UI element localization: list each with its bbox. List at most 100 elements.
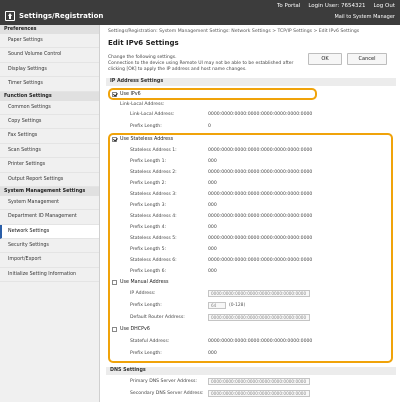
- sidebar-item-initialize-setting-information[interactable]: Initialize Setting Information: [0, 268, 99, 283]
- link-local-address-value: 0000:0000:0000:0000:0000:0000:0000:0000: [208, 112, 313, 117]
- link-local-prefix-row: Prefix Length: 0: [100, 122, 400, 131]
- stateless-value: 000: [208, 225, 217, 230]
- use-stateless-checkbox[interactable]: [112, 137, 117, 142]
- stateless-value: 000: [208, 247, 217, 252]
- stateless-row: Stateless Address 5: 0000:0000:0000:0000…: [100, 234, 400, 243]
- dns-secondary-input[interactable]: 0000:0000:0000:0000:0000:0000:0000:0000: [208, 390, 310, 397]
- stateless-value: 0000:0000:0000:0000:0000:0000:0000:0000: [208, 236, 313, 241]
- to-portal-link[interactable]: To Portal: [277, 3, 300, 9]
- manual-ip-label: IP Address:: [130, 291, 156, 296]
- dhcp-value: 000: [208, 351, 217, 356]
- sidebar-item-system-management[interactable]: System Management: [0, 196, 99, 211]
- stateless-label: Stateless Address 1:: [130, 148, 177, 153]
- stateless-row: Prefix Length 3: 000: [100, 201, 400, 210]
- sidebar-item-printer-settings[interactable]: Printer Settings: [0, 158, 99, 173]
- use-manual-checkbox[interactable]: [112, 280, 117, 285]
- stateless-row: Prefix Length 1: 000: [100, 157, 400, 166]
- use-dhcpv6-checkbox-row[interactable]: Use DHCPv6: [112, 325, 150, 334]
- link-local-prefix-label: Prefix Length:: [130, 124, 162, 129]
- stateless-value: 000: [208, 159, 217, 164]
- top-links: To Portal Login User: 7654321 Log Out: [277, 3, 395, 9]
- stateless-row: Prefix Length 5: 000: [100, 245, 400, 254]
- stateless-value: 0000:0000:0000:0000:0000:0000:0000:0000: [208, 214, 313, 219]
- sidebar-item-fax-settings[interactable]: Fax Settings: [0, 129, 99, 144]
- section-dns-settings: DNS Settings: [106, 367, 396, 375]
- dhcp-row: Stateful Address: 0000:0000:0000:0000:00…: [100, 337, 400, 346]
- stateless-label: Stateless Address 4:: [130, 214, 177, 219]
- stateless-value: 000: [208, 269, 217, 274]
- dhcp-row: Prefix Length: 000: [100, 349, 400, 358]
- sidebar-item-output-report-settings[interactable]: Output Report Settings: [0, 173, 99, 187]
- manual-router-input[interactable]: 0000:0000:0000:0000:0000:0000:0000:0000: [208, 314, 310, 321]
- use-manual-checkbox-row[interactable]: Use Manual Address: [112, 278, 169, 287]
- sidebar-item-sound-volume-control[interactable]: Sound Volume Control: [0, 48, 99, 63]
- stateless-label: Stateless Address 6:: [130, 258, 177, 263]
- login-user-label: Login User: 7654321: [308, 3, 366, 9]
- link-local-address-row: Link-Local Address: 0000:0000:0000:0000:…: [100, 110, 400, 119]
- sidebar-item-copy-settings[interactable]: Copy Settings: [0, 115, 99, 130]
- page-title: Edit IPv6 Settings: [108, 39, 179, 47]
- mail-to-system-manager-link[interactable]: Mail to System Manager: [334, 14, 395, 20]
- link-local-heading: Link-Local Address:: [120, 102, 165, 107]
- use-dhcpv6-checkbox[interactable]: [112, 327, 117, 332]
- stateless-row: Stateless Address 6: 0000:0000:0000:0000…: [100, 256, 400, 265]
- stateless-value: 0000:0000:0000:0000:0000:0000:0000:0000: [208, 170, 313, 175]
- stateless-label: Prefix Length 6:: [130, 269, 167, 274]
- sidebar-item-scan-settings[interactable]: Scan Settings: [0, 144, 99, 159]
- sidebar-item-network-settings[interactable]: Network Settings: [0, 224, 99, 240]
- stateless-label: Stateless Address 5:: [130, 236, 177, 241]
- sidebar-item-paper-settings[interactable]: Paper Settings: [0, 34, 99, 49]
- stateless-label: Stateless Address 3:: [130, 192, 177, 197]
- sidebar: Preferences Paper Settings Sound Volume …: [0, 25, 100, 402]
- manual-prefix-hint: (0-128): [229, 303, 246, 308]
- log-out-link[interactable]: Log Out: [373, 3, 395, 9]
- manual-ip-input[interactable]: 0000:0000:0000:0000:0000:0000:0000:0000: [208, 290, 310, 297]
- sidebar-item-common-settings[interactable]: Common Settings: [0, 101, 99, 115]
- use-ipv6-checkbox[interactable]: [112, 92, 117, 97]
- dns-primary-input[interactable]: 0000:0000:0000:0000:0000:0000:0000:0000: [208, 378, 310, 385]
- link-local-address-label: Link-Local Address:: [130, 112, 175, 117]
- stateless-value: 000: [208, 203, 217, 208]
- stateless-label: Stateless Address 2:: [130, 170, 177, 175]
- use-manual-label: Use Manual Address: [120, 280, 169, 285]
- stateless-label: Prefix Length 2:: [130, 181, 167, 186]
- link-local-heading-row: Link-Local Address:: [100, 100, 400, 109]
- sidebar-item-display-settings[interactable]: Display Settings: [0, 63, 99, 78]
- dns-secondary-label: Secondary DNS Server Address:: [130, 391, 204, 396]
- stateless-row: Stateless Address 4: 0000:0000:0000:0000…: [100, 212, 400, 221]
- stateless-row: Prefix Length 4: 000: [100, 223, 400, 232]
- breadcrumb[interactable]: Settings/Registration: System Management…: [108, 29, 359, 34]
- sidebar-item-department-id-management[interactable]: Department ID Management: [0, 210, 99, 225]
- stateless-row: Prefix Length 2: 000: [100, 179, 400, 188]
- stateless-row: Stateless Address 3: 0000:0000:0000:0000…: [100, 190, 400, 199]
- manual-prefix-row: Prefix Length:: [100, 301, 400, 310]
- main-content: Settings/Registration: System Management…: [100, 25, 400, 402]
- dhcp-label: Prefix Length:: [130, 351, 162, 356]
- stateless-value: 0000:0000:0000:0000:0000:0000:0000:0000: [208, 148, 313, 153]
- use-ipv6-checkbox-row[interactable]: Use IPv6: [112, 90, 141, 99]
- sidebar-item-timer-settings[interactable]: Timer Settings: [0, 77, 99, 92]
- sidebar-heading-function-settings: Function Settings: [0, 91, 99, 101]
- top-header: Settings/Registration To Portal Login Us…: [0, 0, 400, 25]
- cancel-button[interactable]: Cancel: [347, 53, 387, 65]
- stateless-value: 000: [208, 181, 217, 186]
- stateless-label: Prefix Length 3:: [130, 203, 167, 208]
- manual-prefix-input[interactable]: 64: [208, 302, 226, 309]
- sidebar-item-import-export[interactable]: Import/Export: [0, 253, 99, 268]
- manual-router-label: Default Router Address:: [130, 315, 185, 320]
- stateless-label: Prefix Length 1:: [130, 159, 167, 164]
- app-logo[interactable]: Settings/Registration: [5, 11, 103, 21]
- sidebar-heading-system-management-settings: System Management Settings: [0, 186, 99, 196]
- dhcp-value: 0000:0000:0000:0000:0000:0000:0000:0000: [208, 339, 313, 344]
- stateless-label: Prefix Length 5:: [130, 247, 167, 252]
- sidebar-item-security-settings[interactable]: Security Settings: [0, 239, 99, 254]
- stateless-value: 0000:0000:0000:0000:0000:0000:0000:0000: [208, 192, 313, 197]
- sidebar-heading-preferences: Preferences: [0, 25, 99, 34]
- home-icon[interactable]: [5, 11, 15, 21]
- dhcp-label: Stateful Address:: [130, 339, 170, 344]
- ok-button[interactable]: OK: [308, 53, 342, 65]
- manual-prefix-label: Prefix Length:: [130, 303, 162, 308]
- stateless-row: Prefix Length 6: 000: [100, 267, 400, 276]
- use-stateless-checkbox-row[interactable]: Use Stateless Address: [112, 135, 173, 144]
- section-ip-address-settings: IP Address Settings: [106, 78, 396, 86]
